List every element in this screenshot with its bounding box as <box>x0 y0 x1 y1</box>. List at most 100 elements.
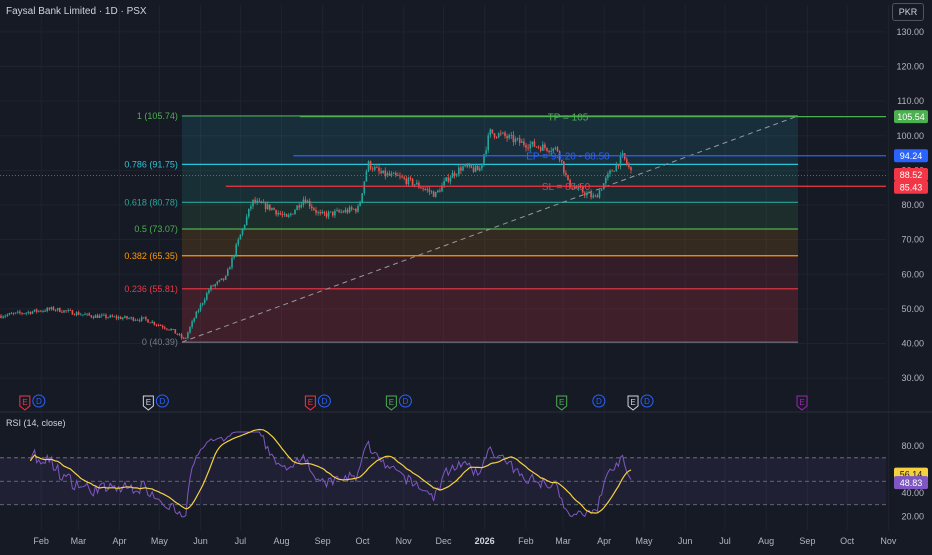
candle-body <box>556 147 559 152</box>
earnings-marker-letter: E <box>389 398 394 407</box>
candle-body <box>56 308 59 311</box>
candle <box>59 307 61 313</box>
candle-body <box>40 310 42 312</box>
candle-body <box>365 171 368 182</box>
candle <box>107 316 109 319</box>
candle-body <box>516 138 519 139</box>
candle <box>136 318 139 321</box>
candle-body <box>300 204 303 208</box>
x-axis-tick-label: 2026 <box>475 536 495 546</box>
candle-body <box>174 329 177 334</box>
candle-body <box>159 324 162 326</box>
candle-body <box>71 310 74 315</box>
candle-body <box>531 141 534 145</box>
candle-body <box>216 281 219 285</box>
candle-body <box>107 317 109 319</box>
candle-body <box>287 215 290 217</box>
y-axis-tick-label: 110.00 <box>897 96 924 106</box>
candle-body <box>319 212 321 214</box>
earnings-marker-letter: E <box>22 398 27 407</box>
candle <box>61 309 63 313</box>
candle-body <box>269 204 271 210</box>
candle-body <box>361 193 363 202</box>
candle-body <box>4 315 6 317</box>
candle-body <box>527 147 529 149</box>
candle-body <box>332 211 334 216</box>
dividend-marker-letter: D <box>402 397 408 406</box>
candle-body <box>502 132 504 134</box>
x-axis-tick-label: Nov <box>396 536 413 546</box>
candle-body <box>147 319 149 323</box>
candle-body <box>474 165 477 172</box>
candle-body <box>416 182 418 185</box>
candle-body <box>210 285 212 291</box>
fib-level-label: 0.618 (80.78) <box>124 197 178 207</box>
candle <box>86 313 88 317</box>
candle-body <box>523 141 525 146</box>
x-axis-tick-label: Nov <box>880 536 897 546</box>
candle-body <box>113 316 116 318</box>
candle <box>367 160 370 173</box>
rsi-indicator-label[interactable]: RSI (14, close) <box>6 418 66 428</box>
currency-button[interactable]: PKR <box>892 3 924 21</box>
candle-body <box>413 184 416 186</box>
chart-svg[interactable]: 1 (105.74) 0.786 (91.75) 0.618 (80.78) 0.5 … <box>0 0 932 550</box>
candle <box>128 317 130 320</box>
candle <box>224 275 227 281</box>
candle-body <box>344 209 347 213</box>
price-badge: 105.54 <box>894 110 928 124</box>
candle-body <box>512 134 515 143</box>
candle-body <box>508 135 510 139</box>
dividend-marker-letter: D <box>321 397 327 406</box>
rsi-y-tick-label: 20.00 <box>901 511 924 521</box>
candle-body <box>617 164 620 167</box>
candle-body <box>52 307 55 311</box>
candle-body <box>149 322 151 324</box>
x-axis-tick-label: Apr <box>597 536 611 546</box>
candle-body <box>88 313 90 316</box>
chart-stage[interactable]: 1 (105.74) 0.786 (91.75) 0.618 (80.78) 0.5 … <box>0 0 932 550</box>
candle-body <box>434 191 437 197</box>
candle-body <box>481 163 483 169</box>
candle-body <box>472 167 475 172</box>
candle <box>231 256 233 270</box>
candle-body <box>334 210 336 216</box>
candle-body <box>302 199 305 205</box>
candle-body <box>48 308 51 310</box>
candle-body <box>182 338 185 339</box>
candle-body <box>430 191 433 193</box>
candle-body <box>235 244 237 256</box>
candle-body <box>476 165 479 171</box>
candle <box>145 315 147 322</box>
candle-body <box>424 189 426 190</box>
candle <box>178 332 181 337</box>
candle-body <box>29 311 32 314</box>
candle <box>29 311 32 315</box>
candle <box>90 314 93 319</box>
candle-body <box>59 308 61 312</box>
candle-body <box>166 328 168 330</box>
candle-body <box>126 316 128 319</box>
candle-body <box>329 211 332 213</box>
candle-body <box>96 315 99 318</box>
candle-body <box>525 145 527 148</box>
x-axis-tick-label: Jun <box>678 536 693 546</box>
rsi-badge: 48.83 <box>894 476 928 490</box>
candle-body <box>187 332 189 338</box>
candle-body <box>605 177 607 184</box>
candle-body <box>428 189 431 192</box>
candle-body <box>42 310 44 312</box>
y-axis-tick-label: 100.00 <box>896 131 924 141</box>
candle <box>151 319 153 324</box>
candle-body <box>250 206 252 209</box>
candle-body <box>262 202 265 204</box>
candle-body <box>35 309 38 312</box>
candle-body <box>84 314 86 316</box>
candle-body <box>554 147 557 149</box>
candle <box>19 309 21 315</box>
candle-body <box>203 299 206 304</box>
candle-body <box>298 205 300 208</box>
x-axis-tick-label: Apr <box>113 536 127 546</box>
candle-body <box>134 319 137 321</box>
candle <box>80 312 82 316</box>
